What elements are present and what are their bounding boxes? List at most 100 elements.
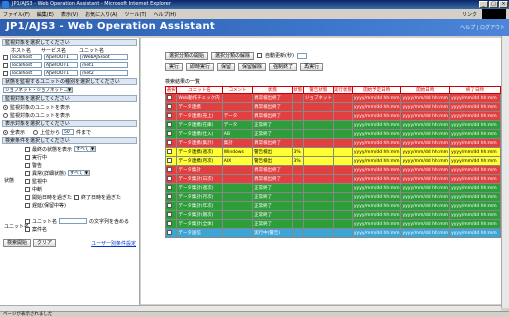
maximize-button[interactable]: □ (489, 1, 498, 8)
row-checkbox[interactable] (167, 221, 172, 226)
cell-name[interactable]: データ送信 (176, 228, 223, 238)
show-all-radio[interactable] (3, 129, 8, 135)
row-checkbox[interactable] (167, 104, 172, 109)
cond-checkbox[interactable] (25, 178, 30, 184)
table-row[interactable]: データ連携(月次) AIX 警告検出 3% yyyy/mm/dd hh:mm yyyy/m… (164, 156, 501, 166)
hold-button[interactable]: 保留 (217, 63, 236, 71)
target-checkbox[interactable] (3, 70, 8, 76)
autorefresh-input[interactable] (296, 53, 307, 59)
vertical-scrollbar[interactable] (501, 36, 509, 308)
cond-checkbox[interactable] (74, 194, 80, 200)
table-row[interactable]: データ連携(週次) Windows 警告検出 3% yyyy/mm/dd hh:mm yy… (164, 147, 501, 157)
show-top-radio[interactable] (33, 129, 39, 135)
table-row[interactable]: データ連携(集計) 集計 異常検出終了 yyyy/mm/dd hh:mm yyyy/mm… (164, 138, 501, 148)
scope-radio[interactable] (3, 104, 8, 110)
table-row[interactable]: データ連携(仕入) AB 正常終了 yyyy/mm/dd hh:mm yyyy/mm/d… (164, 129, 501, 139)
cond-checkbox[interactable] (25, 170, 30, 176)
unit-name-checkbox[interactable] (25, 218, 30, 224)
row-checkbox[interactable] (167, 185, 172, 190)
cond-checkbox[interactable] (25, 194, 30, 200)
comment-checkbox[interactable] (25, 226, 30, 232)
unit-kind-select[interactable]: ジョブネット・ジョブネットコネクタ (3, 87, 73, 93)
row-checkbox[interactable] (167, 176, 172, 181)
header-links[interactable]: ヘルプ | ログアウト (460, 24, 505, 31)
cond-checkbox[interactable] (25, 202, 30, 208)
table-row[interactable]: データ集計(期次) 正常終了 yyyy/mm/dd hh:mm yyyy/mm/dd … (164, 210, 501, 220)
cell-name[interactable]: データ連携(売上) (176, 111, 223, 121)
service-input[interactable]: AJSROOT1 (44, 70, 78, 76)
cond-select[interactable]: すべて (67, 170, 90, 176)
host-input[interactable]: localhost (10, 62, 42, 68)
row-checkbox[interactable] (167, 203, 172, 208)
unit-input[interactable]: /net2 (80, 70, 128, 76)
scope-radio[interactable] (3, 112, 8, 118)
cell-name[interactable]: データ集計(全体) (176, 219, 223, 229)
cond-checkbox[interactable] (25, 186, 30, 192)
cond-select[interactable]: すべて (74, 146, 97, 152)
cell-name[interactable]: Web動作チェック内 (176, 93, 223, 103)
menu-view[interactable]: 表示(V) (61, 11, 78, 18)
row-checkbox[interactable] (167, 194, 172, 199)
run-button[interactable]: 実行 (165, 63, 184, 71)
table-row[interactable]: データ連携 異常検出終了 yyyy/mm/dd hh:mm yyyy/mm/dd hh… (164, 102, 501, 112)
table-row[interactable]: データ集計(日次) 異常検出終了 yyyy/mm/dd hh:mm yyyy/mm/d… (164, 174, 501, 184)
user-condition-link[interactable]: ユーザー別条件設定 (91, 240, 136, 247)
cell-name[interactable]: データ集計(年次) (176, 201, 223, 211)
cell-name[interactable]: データ集計(期次) (176, 210, 223, 220)
kill-button[interactable]: 強制終了 (269, 63, 298, 71)
rerun-button[interactable]: 再実行 (300, 63, 324, 71)
cell-name[interactable]: データ連携(集計) (176, 138, 223, 148)
menu-help[interactable]: ヘルプ(H) (153, 11, 176, 18)
host-input[interactable]: localhost (10, 70, 42, 76)
service-input[interactable]: AJSROOT1 (44, 62, 78, 68)
table-row[interactable]: データ連携(売上) データ 異常検出終了 yyyy/mm/dd hh:mm yyyy/m… (164, 111, 501, 121)
release-category-button[interactable]: 選択分類の解除 (211, 52, 255, 60)
unit-input[interactable]: /WebAJSroot (80, 54, 128, 60)
cell-name[interactable]: データ集計 (176, 165, 223, 175)
table-row[interactable]: データ連携(在庫) データ 正常終了 yyyy/mm/dd hh:mm yyyy/mm/… (164, 120, 501, 130)
start-category-button[interactable]: 選択分類の開始 (165, 52, 209, 60)
menu-file[interactable]: ファイル(F) (3, 11, 30, 18)
cell-name[interactable]: データ連携(週次) (176, 147, 223, 157)
row-checkbox[interactable] (167, 140, 172, 145)
table-row[interactable]: データ集計(年次) 正常終了 yyyy/mm/dd hh:mm yyyy/mm/dd … (164, 201, 501, 211)
cell-name[interactable]: データ連携(在庫) (176, 120, 223, 130)
cond-checkbox[interactable] (25, 146, 30, 152)
row-checkbox[interactable] (167, 113, 172, 118)
autorefresh-checkbox[interactable] (257, 53, 263, 58)
table-row[interactable]: データ集計 異常検出終了 yyyy/mm/dd hh:mm yyyy/mm/dd hh… (164, 165, 501, 175)
row-checkbox[interactable] (167, 167, 172, 172)
cell-name[interactable]: データ連携(月次) (176, 156, 223, 166)
menu-edit[interactable]: 編集(E) (37, 11, 54, 18)
cond-checkbox[interactable] (25, 162, 30, 168)
clear-button[interactable]: クリア (33, 239, 57, 247)
cell-name[interactable]: データ集計(週次) (176, 183, 223, 193)
release-hold-button[interactable]: 保留解除 (238, 63, 267, 71)
row-checkbox[interactable] (167, 149, 172, 154)
table-row[interactable]: データ集計(全体) 正常終了 yyyy/mm/dd hh:mm yyyy/mm/dd … (164, 219, 501, 229)
cell-name[interactable]: データ集計(日次) (176, 174, 223, 184)
row-checkbox[interactable] (167, 158, 172, 163)
close-button[interactable]: × (499, 1, 508, 8)
table-row[interactable]: Web動作チェック内 異常検出終了 ジョブネット yyyy/mm/dd hh:mm yy… (164, 93, 501, 103)
row-checkbox[interactable] (167, 95, 172, 100)
unit-input[interactable]: /net1 (80, 62, 128, 68)
row-checkbox[interactable] (167, 212, 172, 217)
host-input[interactable]: localhost (10, 54, 42, 60)
table-row[interactable]: データ集計(週次) 正常終了 yyyy/mm/dd hh:mm yyyy/mm/dd … (164, 183, 501, 193)
search-button[interactable]: 検索開始 (3, 239, 32, 247)
cell-name[interactable]: データ連携 (176, 102, 223, 112)
target-checkbox[interactable] (3, 62, 8, 68)
cond-checkbox[interactable] (25, 154, 30, 160)
target-checkbox[interactable] (3, 54, 8, 60)
menu-favorites[interactable]: お気に入り(A) (85, 11, 117, 18)
row-checkbox[interactable] (167, 122, 172, 127)
table-row[interactable]: データ送信 実行中(警告) yyyy/mm/dd hh:mm yyyy/mm/dd h… (164, 228, 501, 238)
cell-name[interactable]: データ連携(仕入) (176, 129, 223, 139)
minimize-button[interactable]: _ (479, 1, 488, 8)
links-label[interactable]: リンク (462, 11, 477, 18)
service-input[interactable]: AJSROOT1 (44, 54, 78, 60)
unit-name-input[interactable] (59, 218, 88, 224)
row-checkbox[interactable] (167, 131, 172, 136)
immediate-run-button[interactable]: 即時実行 (186, 63, 215, 71)
